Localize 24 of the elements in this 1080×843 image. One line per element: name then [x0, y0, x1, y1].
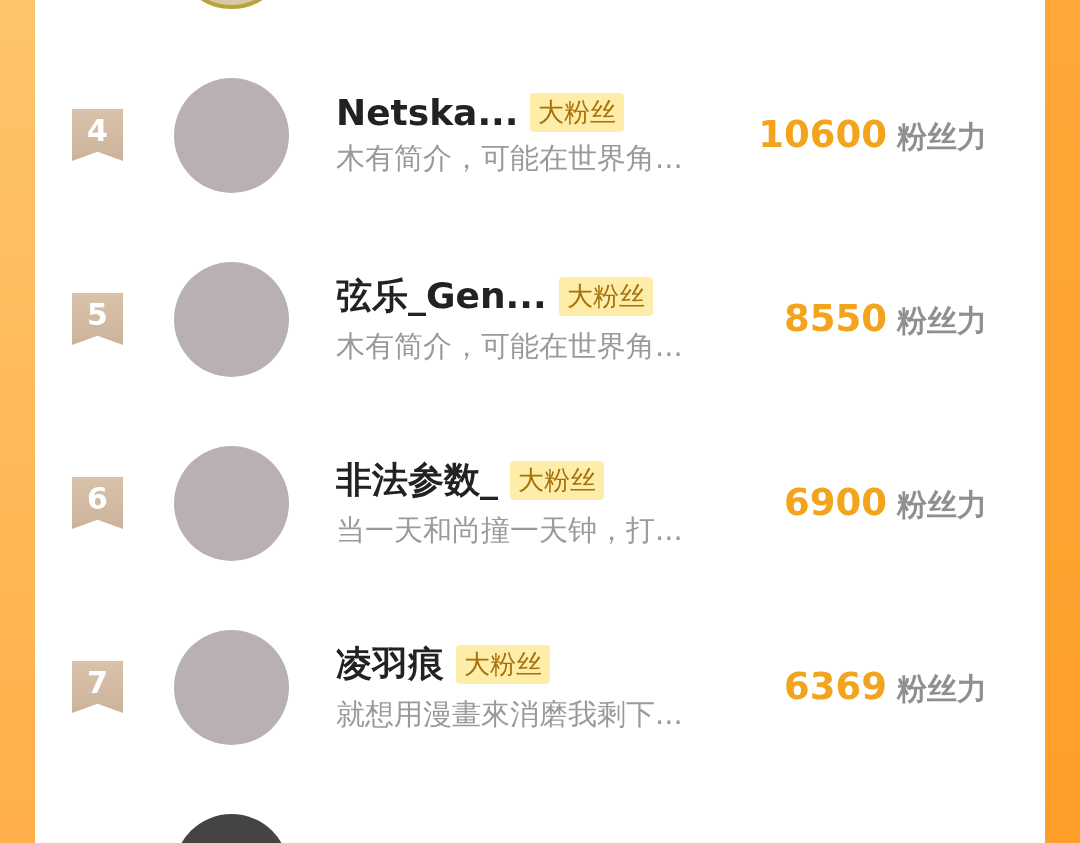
fan-score: 6900 — [784, 480, 887, 524]
fan-level-badge: 大粉丝 — [558, 276, 653, 316]
fan-score: 6369 — [784, 664, 887, 708]
user-name[interactable]: Netska... — [336, 91, 519, 133]
user-name[interactable]: 弦乐_Gen... — [336, 271, 547, 321]
fan-level-badge: 大粉丝 — [530, 92, 625, 132]
fan-score-unit: 粉丝力 — [897, 485, 987, 524]
fan-level-badge: 大粉丝 — [510, 460, 604, 500]
fan-score: 10600 — [758, 112, 887, 156]
user-bio: 当一天和尚撞一天钟，打... — [336, 511, 684, 549]
fan-score: 8550 — [784, 296, 887, 340]
rank-ribbon: 5 — [72, 293, 123, 345]
user-bio: 就想用漫畫來消磨我剩下... — [336, 695, 684, 733]
fan-score-unit: 粉丝力 — [897, 669, 987, 708]
user-bio: 木有简介，可能在世界角... — [336, 327, 684, 365]
user-name[interactable]: 非法参数_ — [336, 455, 498, 505]
rank-ribbon: 4 — [72, 109, 123, 161]
fan-score-unit: 粉丝力 — [897, 117, 987, 156]
user-bio: 木有简介，可能在世界角... — [336, 139, 684, 177]
user-name[interactable]: 凌羽痕 — [336, 639, 444, 689]
rank-ribbon: 7 — [72, 661, 123, 713]
fan-score-unit: 粉丝力 — [897, 301, 987, 340]
rank-ribbon: 6 — [72, 477, 123, 529]
fan-level-badge: 大粉丝 — [456, 644, 550, 684]
